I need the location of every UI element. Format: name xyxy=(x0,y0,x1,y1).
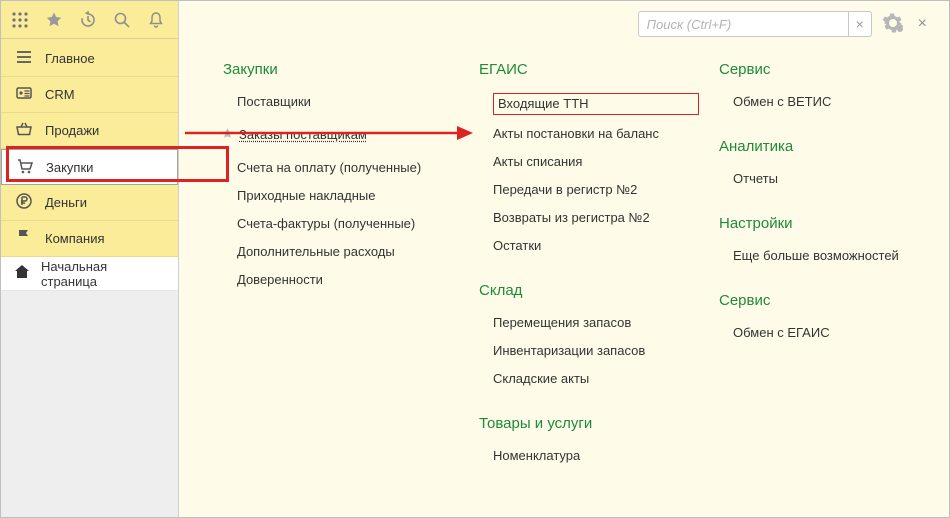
main-panel: × × Закупки Поставщики Заказы поставщика… xyxy=(179,1,949,517)
nav-sales[interactable]: Продажи xyxy=(1,113,178,149)
link-additional-costs[interactable]: Дополнительные расходы xyxy=(237,243,459,261)
sidebar: Главное CRM Продажи Закупки xyxy=(1,1,179,517)
link-warehouse-acts[interactable]: Складские акты xyxy=(493,370,699,388)
section-title-analytics[interactable]: Аналитика xyxy=(719,138,929,155)
bell-icon[interactable] xyxy=(147,11,165,29)
cart-icon xyxy=(16,157,34,178)
nav-list: Главное CRM Продажи Закупки xyxy=(1,39,178,257)
column-purchases: Закупки Поставщики Заказы поставщикам Сч… xyxy=(223,53,459,470)
link-stock-inventory[interactable]: Инвентаризации запасов xyxy=(493,342,699,360)
history-icon[interactable] xyxy=(79,11,97,29)
link-transfers-reg2[interactable]: Передачи в регистр №2 xyxy=(493,181,699,199)
link-tax-invoices-received[interactable]: Счета-фактуры (полученные) xyxy=(237,215,459,233)
start-page-label: Начальная страница xyxy=(41,259,166,289)
search-icon[interactable] xyxy=(113,11,131,29)
main-header: × × xyxy=(179,1,949,47)
nav-label: Закупки xyxy=(46,160,93,175)
column-egais-warehouse: ЕГАИС Входящие ТТН Акты постановки на ба… xyxy=(479,53,699,470)
link-incoming-ttn[interactable]: Входящие ТТН xyxy=(498,95,589,113)
nav-money[interactable]: Деньги xyxy=(1,185,178,221)
nav-label: CRM xyxy=(45,87,75,102)
home-icon xyxy=(13,263,31,284)
link-invoices-received[interactable]: Счета на оплату (полученные) xyxy=(237,159,459,177)
link-reports[interactable]: Отчеты xyxy=(733,170,929,188)
link-vetis-exchange[interactable]: Обмен с ВЕТИС xyxy=(733,93,929,111)
flag-icon xyxy=(15,228,33,249)
content-columns: Закупки Поставщики Заказы поставщикам Сч… xyxy=(179,47,949,490)
apps-grid-icon[interactable] xyxy=(11,11,29,29)
nav-label: Компания xyxy=(45,231,105,246)
link-balance-acts[interactable]: Акты постановки на баланс xyxy=(493,125,699,143)
nav-label: Главное xyxy=(45,51,95,66)
search-clear-button[interactable]: × xyxy=(848,11,872,37)
card-icon xyxy=(15,84,33,105)
ruble-icon xyxy=(15,192,33,213)
nav-label: Продажи xyxy=(45,123,99,138)
star-icon[interactable] xyxy=(45,11,63,29)
close-icon[interactable]: × xyxy=(914,15,931,33)
nav-crm[interactable]: CRM xyxy=(1,77,178,113)
section-title-purchases[interactable]: Закупки xyxy=(223,61,459,78)
link-goods-receipt[interactable]: Приходные накладные xyxy=(237,187,459,205)
start-page-tab[interactable]: Начальная страница xyxy=(1,257,178,291)
link-writeoff-acts[interactable]: Акты списания xyxy=(493,153,699,171)
menu-icon xyxy=(15,48,33,69)
top-toolbar xyxy=(1,1,178,39)
link-supplier-orders[interactable]: Заказы поставщикам xyxy=(239,126,367,144)
link-egais-exchange[interactable]: Обмен с ЕГАИС xyxy=(733,324,929,342)
section-title-service1[interactable]: Сервис xyxy=(719,61,929,78)
link-nomenclature[interactable]: Номенклатура xyxy=(493,447,699,465)
section-title-warehouse[interactable]: Склад xyxy=(479,282,699,299)
sidebar-empty-area xyxy=(1,291,178,517)
nav-company[interactable]: Компания xyxy=(1,221,178,257)
column-service: Сервис Обмен с ВЕТИС Аналитика Отчеты На… xyxy=(719,53,929,470)
favorite-star-icon xyxy=(221,127,235,143)
search-input[interactable] xyxy=(638,11,848,37)
link-powers-of-attorney[interactable]: Доверенности xyxy=(237,271,459,289)
gear-icon[interactable] xyxy=(882,12,904,37)
link-returns-reg2[interactable]: Возвраты из регистра №2 xyxy=(493,209,699,227)
section-title-settings[interactable]: Настройки xyxy=(719,215,929,232)
nav-main[interactable]: Главное xyxy=(1,41,178,77)
search-group: × xyxy=(638,11,872,37)
basket-icon xyxy=(15,120,33,141)
link-balances[interactable]: Остатки xyxy=(493,237,699,255)
link-suppliers[interactable]: Поставщики xyxy=(237,93,459,111)
section-title-service2[interactable]: Сервис xyxy=(719,292,929,309)
link-stock-transfers[interactable]: Перемещения запасов xyxy=(493,314,699,332)
link-more-options[interactable]: Еще больше возможностей xyxy=(733,247,929,265)
section-title-goods[interactable]: Товары и услуги xyxy=(479,415,699,432)
section-title-egais[interactable]: ЕГАИС xyxy=(479,61,699,78)
nav-purchases[interactable]: Закупки xyxy=(1,149,178,185)
nav-label: Деньги xyxy=(45,195,87,210)
